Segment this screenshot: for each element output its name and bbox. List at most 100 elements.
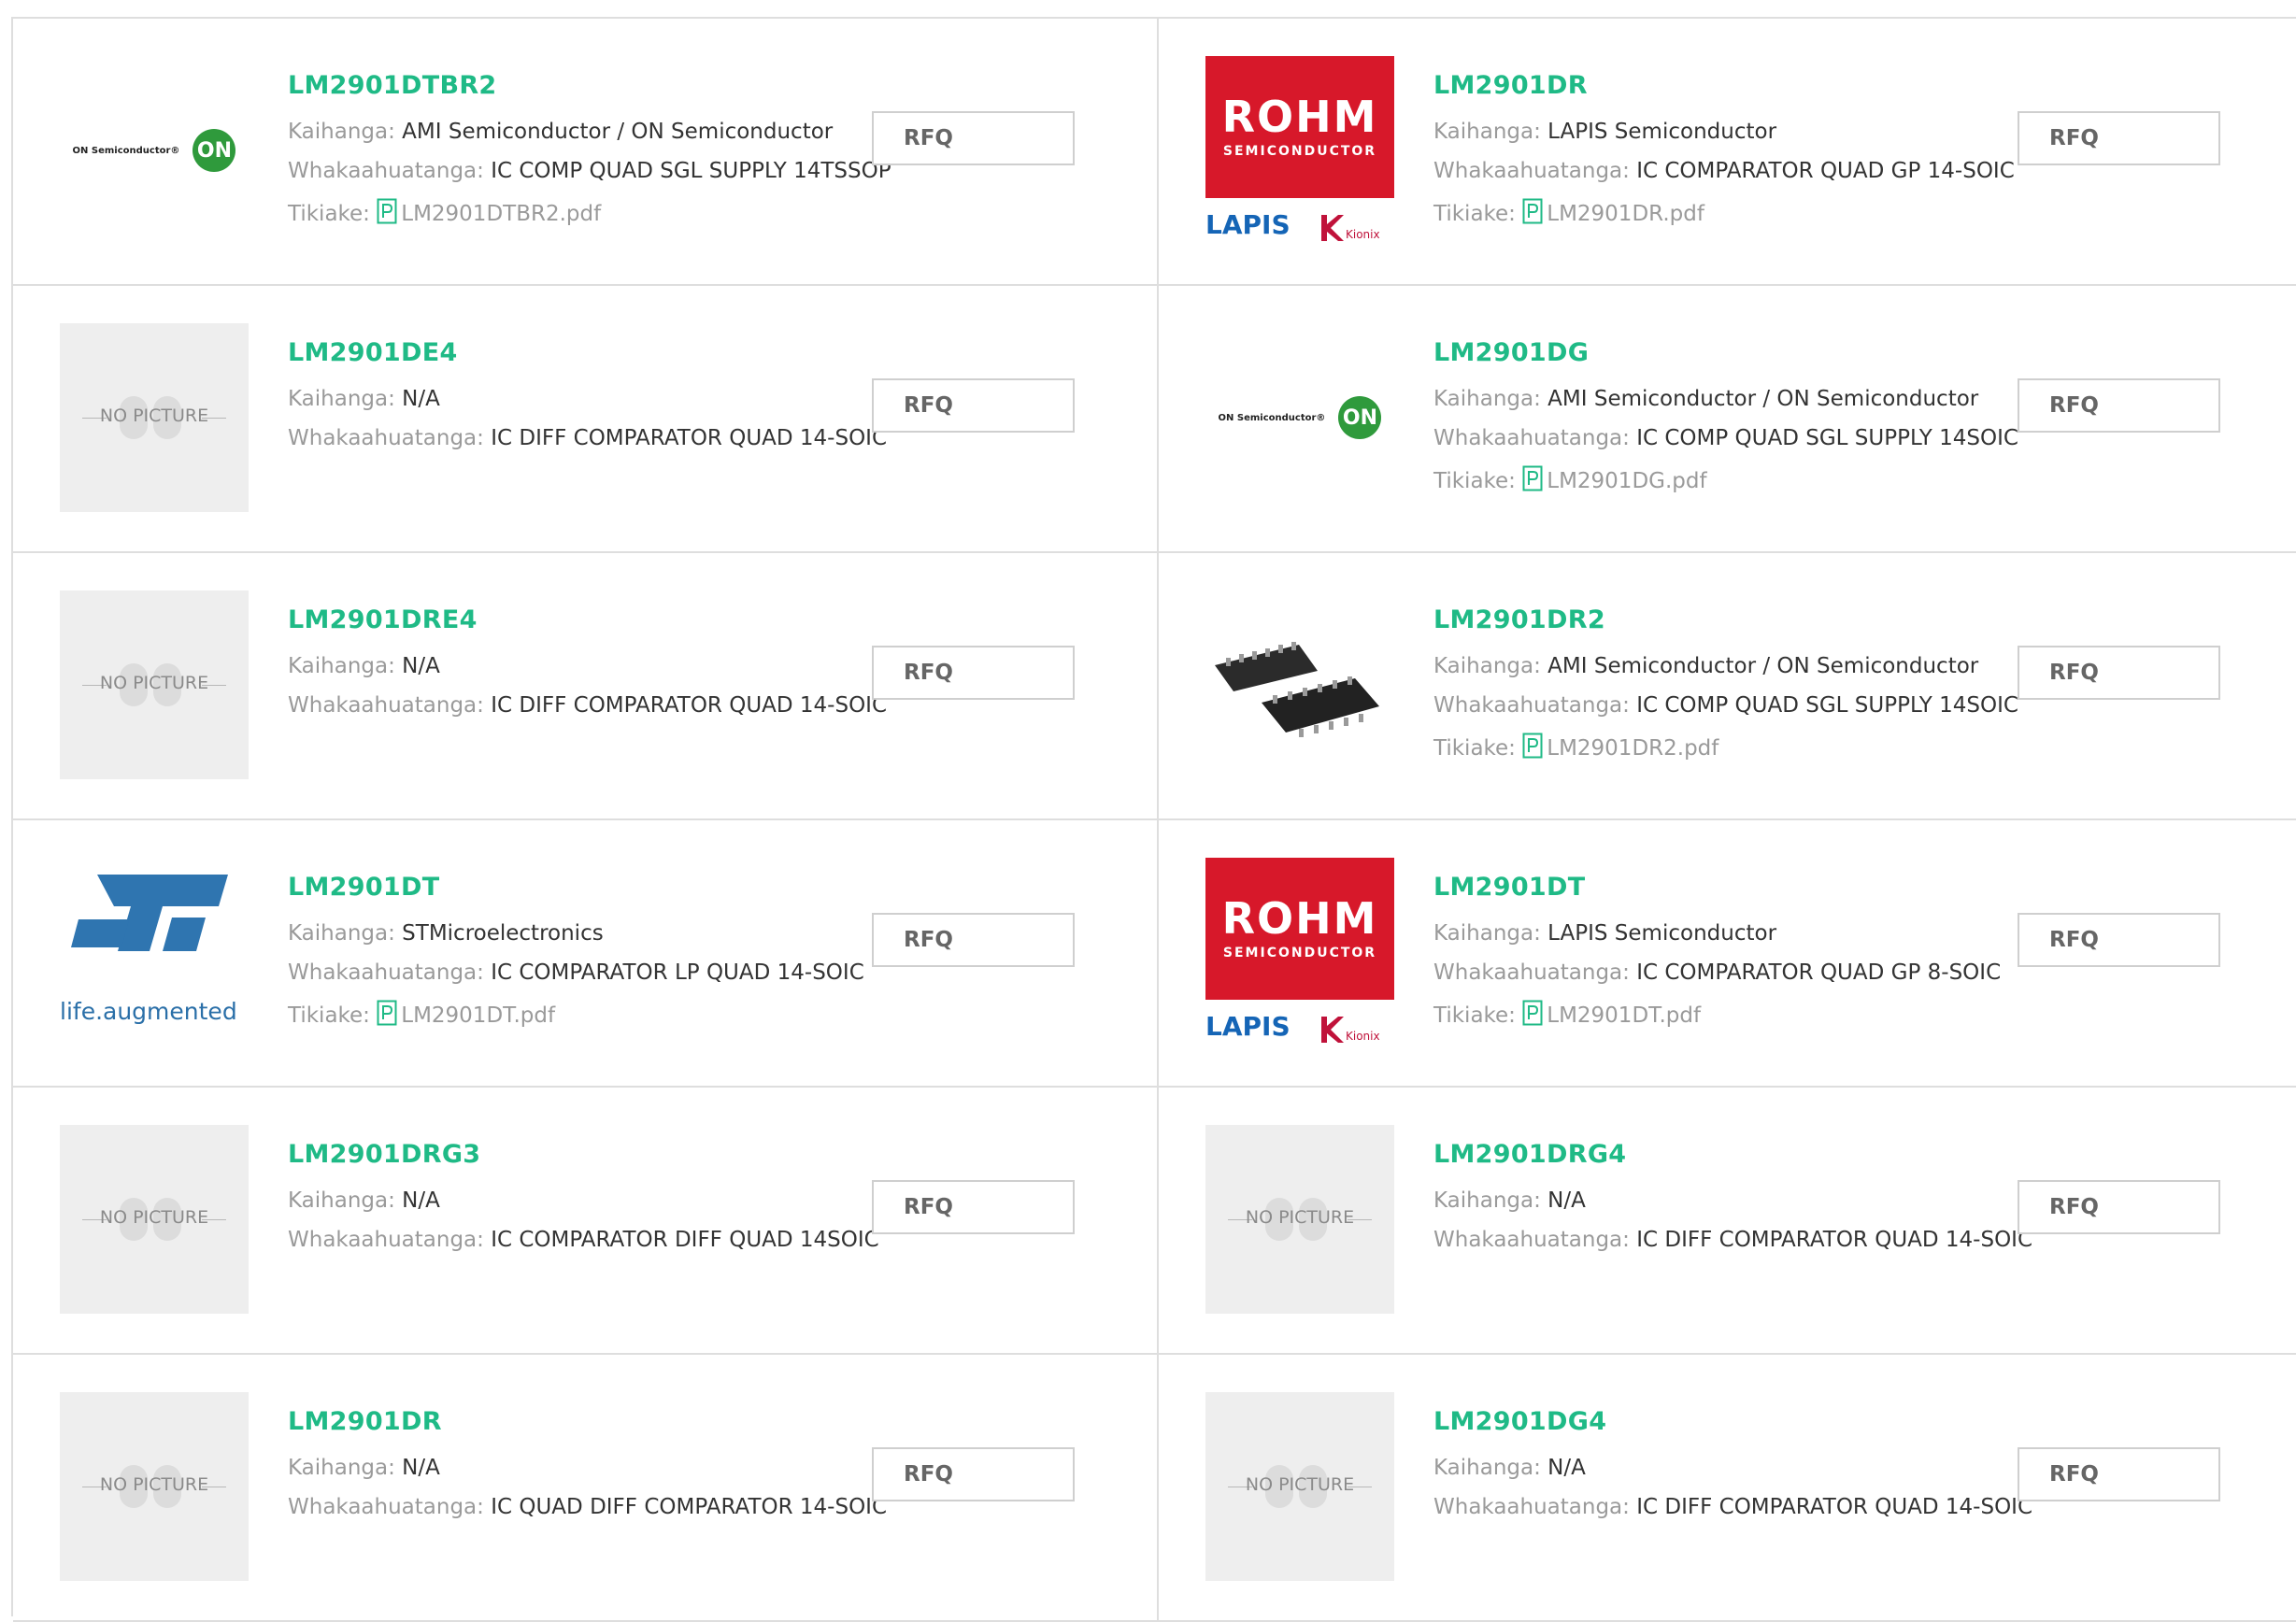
- rfq-button[interactable]: RFQ: [2018, 646, 2220, 700]
- datasheet-link[interactable]: LM2901DR2.pdf: [1522, 733, 1719, 761]
- description-label: Whakaahuatanga:: [288, 426, 484, 450]
- description-row: Whakaahuatanga: IC QUAD DIFF COMPARATOR …: [288, 1495, 887, 1519]
- rfq-button[interactable]: RFQ: [872, 1180, 1075, 1234]
- rfq-button[interactable]: RFQ: [872, 111, 1075, 165]
- datasheet-link[interactable]: LM2901DT.pdf: [1522, 1000, 1702, 1028]
- part-number-link[interactable]: LM2901DTBR2: [288, 71, 497, 100]
- manufacturer-label: Kaihanga:: [288, 387, 395, 411]
- rfq-button[interactable]: RFQ: [2018, 1180, 2220, 1234]
- description-label: Whakaahuatanga:: [1433, 960, 1630, 985]
- rfq-button[interactable]: RFQ: [872, 378, 1075, 433]
- description-label: Whakaahuatanga:: [1433, 1495, 1630, 1519]
- description-label: Whakaahuatanga:: [288, 1495, 484, 1519]
- datasheet-label: Tikiake:: [288, 202, 370, 226]
- manufacturer-row: Kaihanga: N/A: [288, 1188, 440, 1213]
- on-semiconductor-logo: ON Semiconductor® ON: [1219, 396, 1382, 439]
- manufacturer-value: N/A: [402, 1188, 440, 1213]
- description-value: IC COMPARATOR LP QUAD 14-SOIC: [491, 960, 864, 985]
- product-thumbnail[interactable]: NO PICTURE: [1205, 1125, 1394, 1314]
- description-label: Whakaahuatanga:: [1433, 426, 1630, 450]
- part-number-link[interactable]: LM2901DE4: [288, 338, 458, 367]
- datasheet-label: Tikiake:: [1433, 469, 1516, 493]
- description-row: Whakaahuatanga: IC COMP QUAD SGL SUPPLY …: [1433, 693, 2018, 718]
- product-card: NO PICTURE LM2901DR Kaihanga: N/A Whakaa…: [13, 1355, 1159, 1622]
- manufacturer-label: Kaihanga:: [288, 654, 395, 678]
- no-picture-placeholder: NO PICTURE: [60, 1125, 249, 1314]
- manufacturer-value: N/A: [1547, 1456, 1586, 1480]
- part-number-link[interactable]: LM2901DRG3: [288, 1140, 480, 1169]
- rfq-button[interactable]: RFQ: [2018, 111, 2220, 165]
- rfq-button[interactable]: RFQ: [872, 913, 1075, 967]
- rfq-button[interactable]: RFQ: [872, 646, 1075, 700]
- product-thumbnail[interactable]: life.augmented: [60, 858, 249, 1046]
- product-thumbnail[interactable]: ON Semiconductor® ON: [60, 56, 249, 245]
- datasheet-filename: LM2901DR.pdf: [1547, 202, 1704, 226]
- datasheet-filename: LM2901DG.pdf: [1547, 469, 1707, 493]
- part-number-link[interactable]: LM2901DT: [1433, 873, 1585, 902]
- manufacturer-row: Kaihanga: AMI Semiconductor / ON Semicon…: [288, 120, 833, 144]
- description-row: Whakaahuatanga: IC DIFF COMPARATOR QUAD …: [288, 426, 887, 450]
- part-number-link[interactable]: LM2901DT: [288, 873, 439, 902]
- datasheet-label: Tikiake:: [1433, 1003, 1516, 1028]
- no-picture-placeholder: NO PICTURE: [60, 323, 249, 512]
- description-value: IC DIFF COMPARATOR QUAD 14-SOIC: [491, 426, 888, 450]
- rfq-button[interactable]: RFQ: [2018, 378, 2220, 433]
- manufacturer-label: Kaihanga:: [1433, 921, 1541, 946]
- product-thumbnail[interactable]: ROHM SEMICONDUCTOR LAPIS Kionix: [1205, 56, 1394, 245]
- description-label: Whakaahuatanga:: [288, 693, 484, 718]
- part-number-link[interactable]: LM2901DR: [288, 1407, 442, 1436]
- description-row: Whakaahuatanga: IC COMPARATOR LP QUAD 14…: [288, 960, 864, 985]
- manufacturer-label: Kaihanga:: [1433, 1456, 1541, 1480]
- manufacturer-label: Kaihanga:: [288, 1188, 395, 1213]
- manufacturer-label: Kaihanga:: [288, 921, 395, 946]
- description-row: Whakaahuatanga: IC COMPARATOR QUAD GP 8-…: [1433, 960, 2001, 985]
- product-card: NO PICTURE LM2901DG4 Kaihanga: N/A Whaka…: [1159, 1355, 2296, 1622]
- part-number-link[interactable]: LM2901DG: [1433, 338, 1589, 367]
- datasheet-row: Tikiake: LM2901DG.pdf: [1433, 465, 1707, 493]
- no-picture-placeholder: NO PICTURE: [1205, 1125, 1394, 1314]
- product-thumbnail[interactable]: ROHM SEMICONDUCTOR LAPIS Kionix: [1205, 858, 1394, 1046]
- description-label: Whakaahuatanga:: [1433, 693, 1630, 718]
- rfq-button[interactable]: RFQ: [872, 1447, 1075, 1501]
- rfq-button[interactable]: RFQ: [2018, 1447, 2220, 1501]
- description-value: IC COMPARATOR DIFF QUAD 14SOIC: [491, 1228, 879, 1252]
- part-number-link[interactable]: LM2901DRG4: [1433, 1140, 1626, 1169]
- product-thumbnail[interactable]: NO PICTURE: [60, 323, 249, 512]
- part-number-link[interactable]: LM2901DR: [1433, 71, 1588, 100]
- description-value: IC DIFF COMPARATOR QUAD 14-SOIC: [1636, 1495, 2033, 1519]
- datasheet-label: Tikiake:: [1433, 736, 1516, 761]
- pdf-icon: [1522, 1000, 1543, 1026]
- pdf-icon: [377, 1000, 397, 1026]
- manufacturer-row: Kaihanga: AMI Semiconductor / ON Semicon…: [1433, 654, 1978, 678]
- product-thumbnail[interactable]: NO PICTURE: [60, 1392, 249, 1581]
- manufacturer-value: N/A: [1547, 1188, 1586, 1213]
- manufacturer-row: Kaihanga: N/A: [288, 387, 440, 411]
- part-number-link[interactable]: LM2901DRE4: [288, 605, 478, 634]
- datasheet-link[interactable]: LM2901DT.pdf: [377, 1000, 555, 1028]
- product-card: NO PICTURE LM2901DRG3 Kaihanga: N/A Whak…: [13, 1088, 1159, 1355]
- product-card: NO PICTURE LM2901DRG4 Kaihanga: N/A Whak…: [1159, 1088, 2296, 1355]
- product-card: LM2901DR2 Kaihanga: AMI Semiconductor / …: [1159, 553, 2296, 820]
- part-number-link[interactable]: LM2901DG4: [1433, 1407, 1606, 1436]
- datasheet-row: Tikiake: LM2901DR.pdf: [1433, 198, 1704, 226]
- product-thumbnail[interactable]: ON Semiconductor® ON: [1205, 323, 1394, 512]
- product-thumbnail[interactable]: NO PICTURE: [60, 590, 249, 779]
- rfq-button[interactable]: RFQ: [2018, 913, 2220, 967]
- datasheet-link[interactable]: LM2901DTBR2.pdf: [377, 198, 601, 226]
- datasheet-filename: LM2901DT.pdf: [1547, 1003, 1702, 1028]
- manufacturer-value: AMI Semiconductor / ON Semiconductor: [1547, 654, 1979, 678]
- datasheet-link[interactable]: LM2901DG.pdf: [1522, 465, 1707, 493]
- manufacturer-label: Kaihanga:: [1433, 1188, 1541, 1213]
- datasheet-row: Tikiake: LM2901DTBR2.pdf: [288, 198, 601, 226]
- product-thumbnail[interactable]: NO PICTURE: [60, 1125, 249, 1314]
- datasheet-row: Tikiake: LM2901DT.pdf: [288, 1000, 555, 1028]
- datasheet-row: Tikiake: LM2901DR2.pdf: [1433, 733, 1718, 761]
- part-number-link[interactable]: LM2901DR2: [1433, 605, 1605, 634]
- product-thumbnail[interactable]: NO PICTURE: [1205, 1392, 1394, 1581]
- manufacturer-label: Kaihanga:: [1433, 654, 1541, 678]
- product-thumbnail[interactable]: [1205, 590, 1394, 779]
- datasheet-link[interactable]: LM2901DR.pdf: [1522, 198, 1704, 226]
- manufacturer-row: Kaihanga: LAPIS Semiconductor: [1433, 921, 1776, 946]
- datasheet-filename: LM2901DR2.pdf: [1547, 736, 1719, 761]
- pdf-icon: [1522, 733, 1543, 759]
